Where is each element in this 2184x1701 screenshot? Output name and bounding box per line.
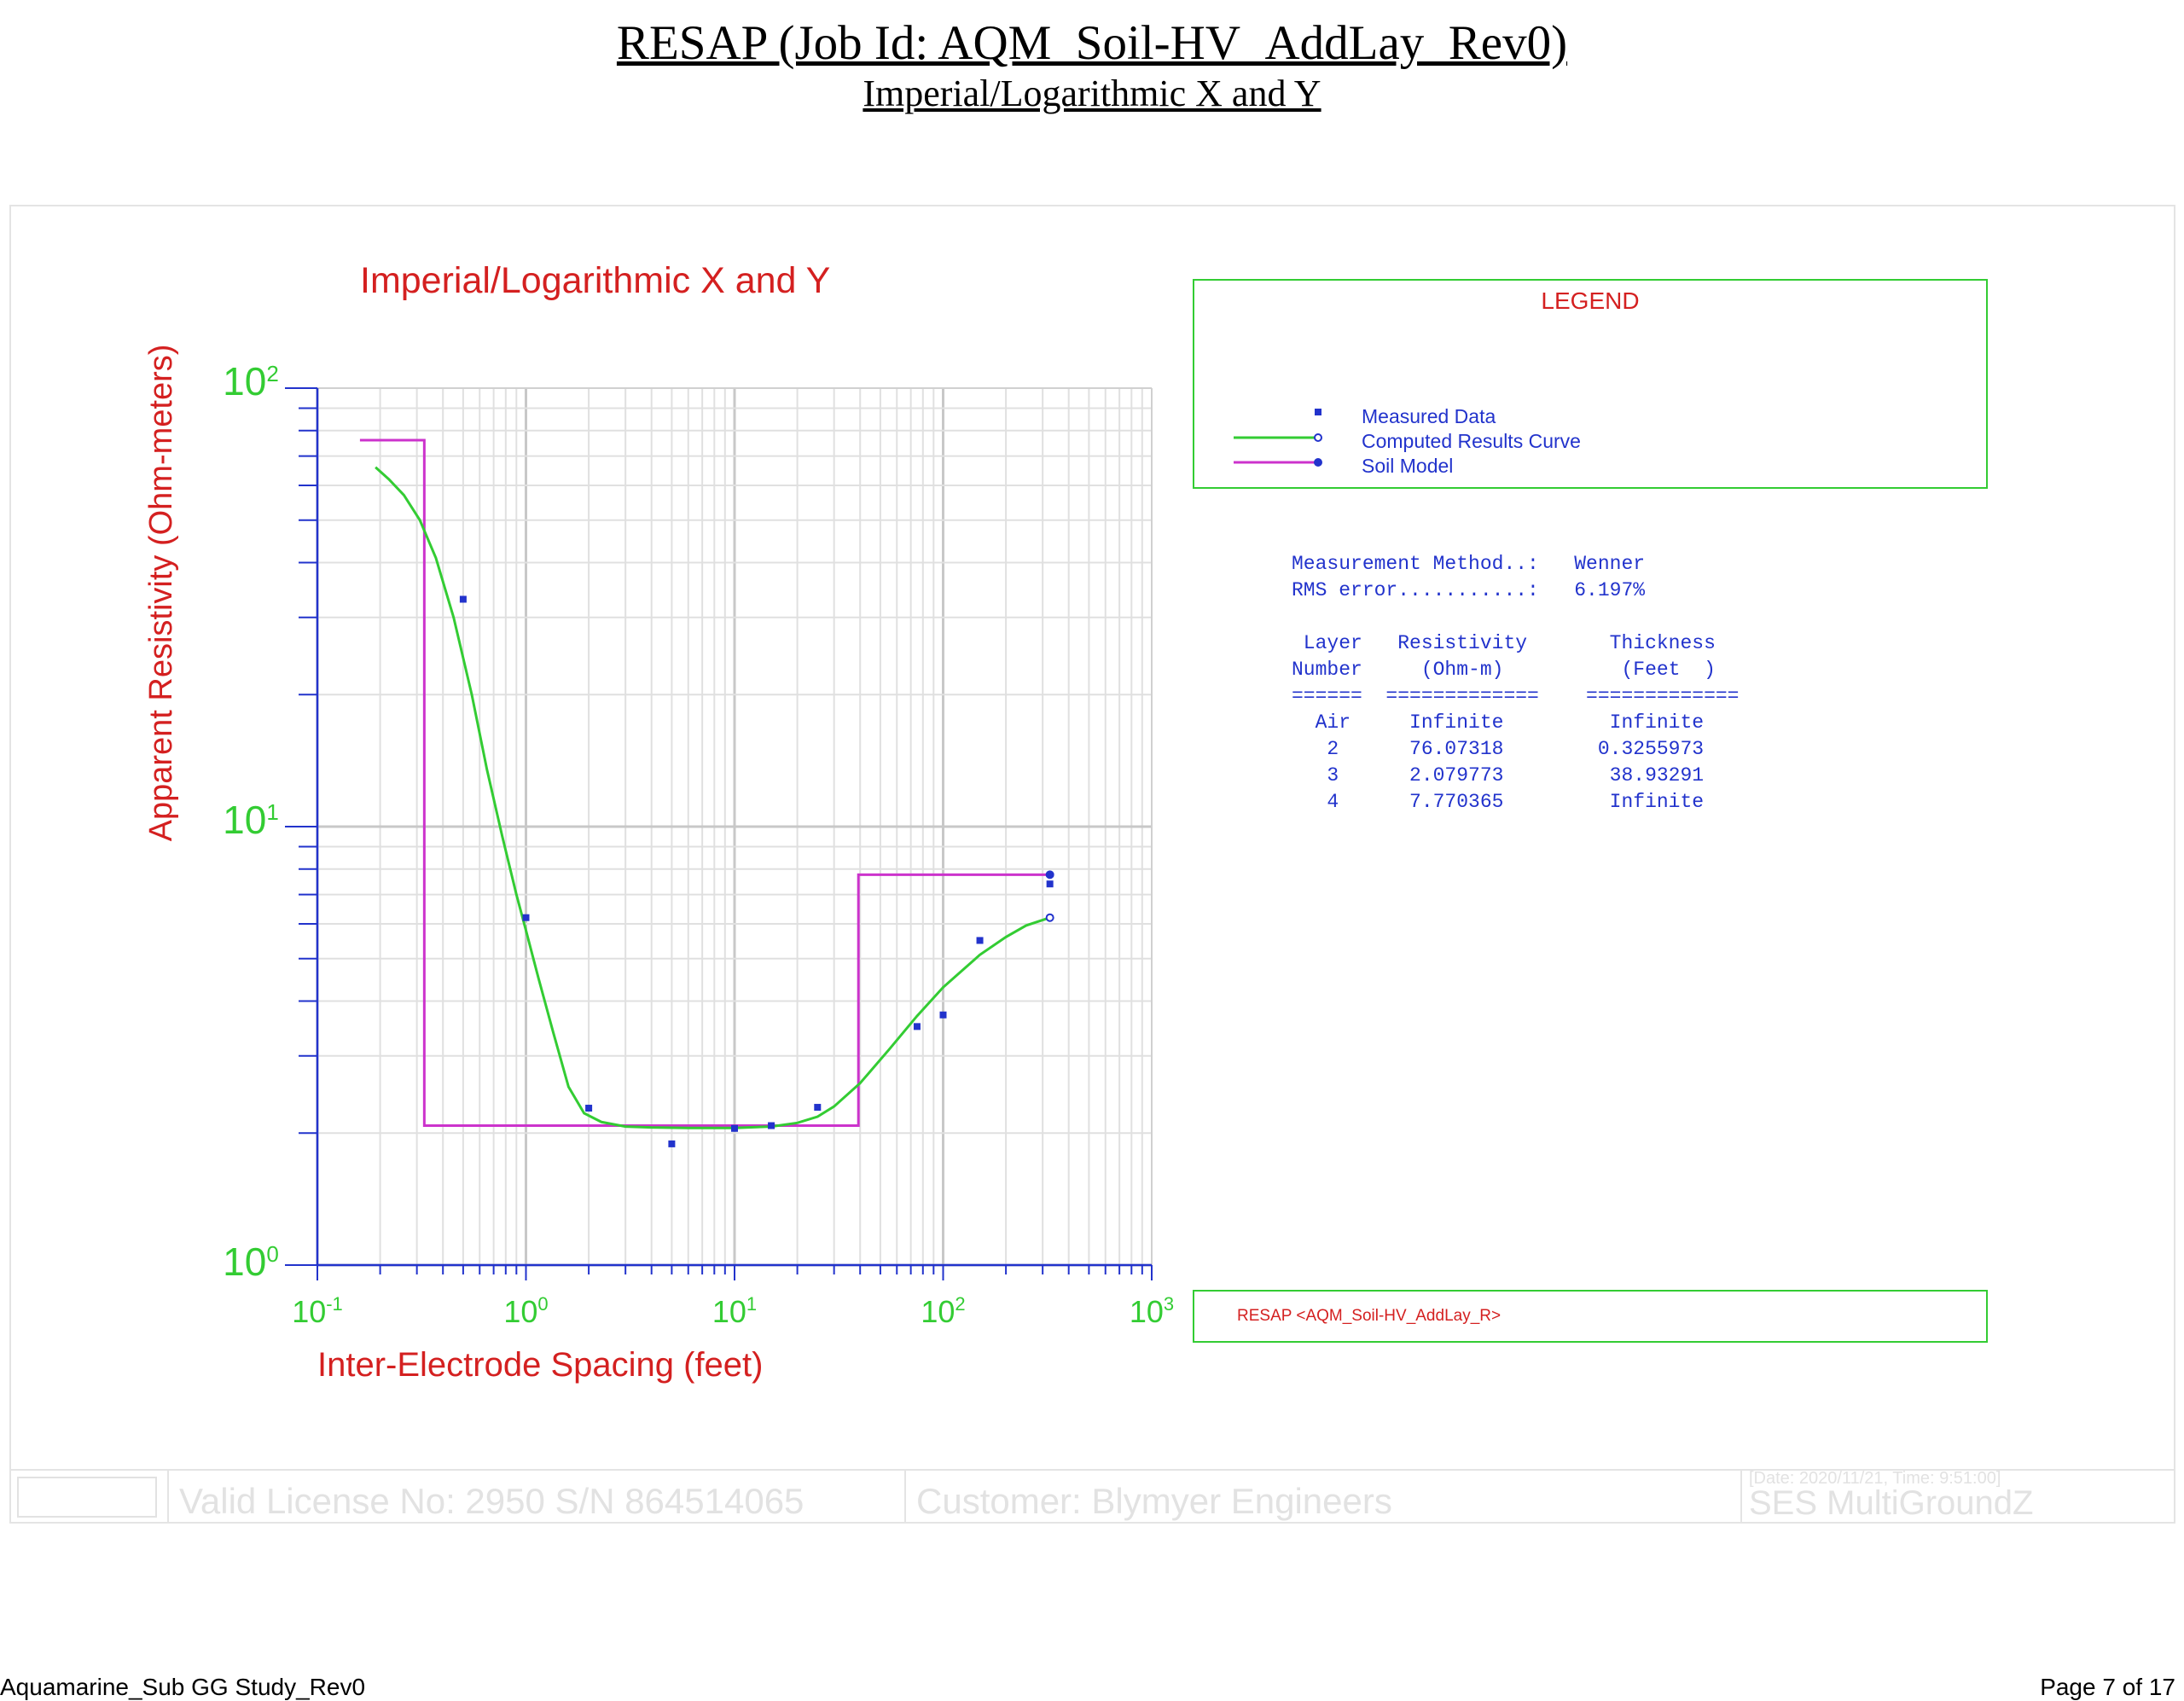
measured-data-point: [768, 1122, 775, 1129]
legend-item-soil-model: Soil Model: [1362, 455, 1454, 477]
measured-data-point: [939, 1011, 947, 1019]
legend-item-computed: Computed Results Curve: [1362, 430, 1581, 452]
computed-curve-end-marker: [1045, 913, 1054, 922]
layer-row-3: 3 2.079773 38.93291: [1292, 764, 1705, 787]
ses-logo: [17, 1477, 157, 1518]
soil-model-end-marker: [1045, 870, 1054, 880]
x-axis-label: Inter-Electrode Spacing (feet): [317, 1346, 764, 1384]
document-name: Aquamarine_Sub GG Study_Rev0: [0, 1674, 366, 1700]
measurement-method: Measurement Method..: Wenner: [1292, 553, 1646, 575]
footer-customer: Customer: Blymyer Engineers: [916, 1481, 1392, 1521]
layer-table-header-2: Number (Ohm-m) (Feet ): [1292, 659, 1716, 681]
measured-data-point: [814, 1104, 822, 1112]
chart-plot: 10-1 100 101 102 103 100 101 102: [223, 359, 1322, 1329]
measured-data-point: [1046, 880, 1054, 888]
layer-table-rule: ====== ============= =============: [1292, 685, 1740, 707]
reference-text: RESAP <AQM_Soil-HV_AddLay_R>: [1237, 1307, 1502, 1325]
legend-item-measured: Measured Data: [1362, 405, 1496, 427]
page-number: Page 7 of 17: [2040, 1674, 2175, 1700]
x-tick-label: 100: [503, 1293, 548, 1329]
layer-row-air: Air Infinite Infinite: [1292, 711, 1705, 734]
footer-product: SES MultiGroundZ: [1749, 1484, 2034, 1522]
reference-box: RESAP <AQM_Soil-HV_AddLay_R>: [1193, 1290, 1988, 1343]
layer-table-header-1: Layer Resistivity Thickness: [1292, 632, 1716, 654]
measured-data-point: [731, 1124, 738, 1132]
legend-title: LEGEND: [1541, 287, 1640, 314]
measured-data-point: [459, 595, 467, 603]
layer-row-4: 4 7.770365 Infinite: [1292, 791, 1705, 813]
y-tick-label: 100: [223, 1239, 279, 1284]
chart-title: Imperial/Logarithmic X and Y: [360, 260, 831, 301]
measured-data-point: [913, 1023, 921, 1030]
legend: LEGEND Measured Data Computed Results Cu…: [1193, 279, 1988, 489]
y-tick-label: 101: [223, 798, 279, 842]
rms-error: RMS error...........: 6.197%: [1292, 579, 1646, 601]
x-tick-label: 10-1: [292, 1293, 343, 1329]
footer-divider: [904, 1469, 906, 1522]
y-axis-label: Apparent Resistivity (Ohm-meters): [143, 344, 179, 842]
footer-license: Valid License No: 2950 S/N 864514065: [179, 1481, 804, 1521]
y-tick-label: 102: [223, 359, 279, 403]
measured-data-point: [668, 1140, 676, 1147]
x-tick-label: 102: [921, 1293, 965, 1329]
x-tick-label: 101: [712, 1293, 757, 1329]
measured-data-point: [585, 1105, 593, 1112]
computed-results-curve: [375, 466, 1051, 1129]
measured-data-point: [522, 914, 530, 921]
footer-divider: [1740, 1469, 1742, 1522]
measured-data-point: [976, 937, 984, 944]
layer-row-2: 2 76.07318 0.3255973: [1292, 738, 1705, 760]
x-tick-label: 103: [1130, 1293, 1174, 1329]
footer-divider: [167, 1469, 169, 1522]
